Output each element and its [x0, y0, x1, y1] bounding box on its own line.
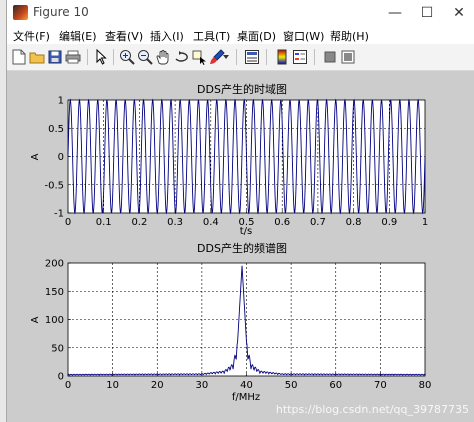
- x-tick-label: 1: [422, 217, 428, 228]
- spectrum-title: DDS产生的频谱图: [197, 241, 287, 255]
- colorbar-icon: [277, 49, 287, 65]
- pan-button[interactable]: [154, 48, 172, 66]
- window-title: Figure 10: [33, 5, 89, 19]
- x-tick-label: 80: [419, 380, 432, 391]
- close-icon: ✕: [453, 5, 465, 21]
- colorbar-button[interactable]: [273, 48, 291, 66]
- x-tick-label: 0.1: [96, 217, 112, 228]
- y-tick-label: 150: [45, 287, 64, 298]
- rotate-3d-icon: [175, 51, 188, 62]
- print-button[interactable]: [64, 48, 82, 66]
- menu-desktop[interactable]: 桌面(D): [237, 28, 276, 44]
- x-tick-label: 0.6: [274, 217, 290, 228]
- legend-button[interactable]: [291, 48, 309, 66]
- edit-plot-arrow-icon: [96, 49, 107, 65]
- link-plot-icon: [245, 50, 259, 64]
- x-tick-label: 40: [240, 380, 253, 391]
- x-tick-label: 0.3: [167, 217, 183, 228]
- toolbar-separator: [314, 49, 315, 65]
- x-tick-label: 0.7: [310, 217, 326, 228]
- title-bar[interactable]: Figure 10 — ☐ ✕: [7, 0, 474, 26]
- close-button[interactable]: ✕: [443, 0, 474, 26]
- x-tick-label: 20: [151, 380, 164, 391]
- toolbar-separator: [87, 49, 88, 65]
- x-tick-label: 0.8: [346, 217, 362, 228]
- toolbar-separator: [236, 49, 237, 65]
- zoom-out-button[interactable]: [136, 48, 154, 66]
- maximize-icon: ☐: [420, 5, 434, 21]
- spectrum-ylabel: A: [30, 316, 41, 323]
- x-tick-label: 60: [329, 380, 342, 391]
- y-tick-label: -0.5: [44, 180, 64, 191]
- figure-toolbar: [7, 44, 474, 71]
- y-tick-label: 100: [45, 315, 64, 326]
- minimize-button[interactable]: —: [379, 0, 411, 26]
- menu-bar: 文件(F) 编辑(E) 查看(V) 插入(I) 工具(T) 桌面(D) 窗口(W…: [7, 26, 474, 44]
- matlab-icon: [13, 5, 28, 20]
- figure-canvas[interactable]: DDS产生的时域图 0 0.1 0.2 0.3 0.4 0.5 0.6 0.7 0.8 0.9 1 …: [7, 71, 474, 422]
- time-domain-title: DDS产生的时域图: [197, 82, 287, 96]
- data-cursor-button[interactable]: [190, 48, 208, 66]
- x-tick-label: 70: [374, 380, 387, 391]
- data-cursor-icon: [192, 50, 206, 65]
- open-file-icon: [29, 52, 45, 64]
- plots-svg: DDS产生的时域图 0 0.1 0.2 0.3 0.4 0.5 0.6 0.7 0.8 0.9 1 …: [30, 82, 432, 403]
- brush-dropdown[interactable]: [222, 48, 230, 66]
- edit-plot-button[interactable]: [92, 48, 110, 66]
- menu-insert[interactable]: 插入(I): [150, 28, 184, 44]
- pan-hand-icon: [156, 50, 169, 65]
- time-domain-xlabel: t/s: [240, 226, 253, 237]
- y-tick-label: 0: [58, 152, 64, 163]
- x-tick-label: 10: [106, 380, 119, 391]
- y-tick-label: -1: [54, 209, 64, 220]
- new-figure-button[interactable]: [10, 48, 28, 66]
- x-tick-label: 0.2: [131, 217, 147, 228]
- toolbar-separator: [113, 49, 114, 65]
- zoom-in-icon: [120, 50, 135, 65]
- time-domain-yticks: 1 0.5 0 -0.5 -1: [44, 96, 71, 220]
- y-tick-label: 200: [45, 259, 64, 270]
- show-plot-tools-button[interactable]: [339, 48, 357, 66]
- y-tick-label: 0.5: [48, 124, 64, 135]
- hide-plot-tools-button[interactable]: [321, 48, 339, 66]
- menu-tools[interactable]: 工具(T): [193, 28, 230, 44]
- watermark-text: https://blog.csdn.net/qq_39787735: [275, 403, 469, 416]
- x-tick-label: 0: [65, 380, 71, 391]
- menu-edit[interactable]: 编辑(E): [59, 28, 97, 44]
- minimize-icon: —: [388, 5, 402, 21]
- zoom-in-button[interactable]: [118, 48, 136, 66]
- toolbar-separator: [266, 49, 267, 65]
- x-tick-label: 0: [65, 217, 71, 228]
- open-file-button[interactable]: [28, 48, 46, 66]
- show-plot-tools-icon: [341, 50, 355, 64]
- time-domain-ylabel: A: [30, 153, 41, 160]
- hide-plot-tools-icon: [324, 51, 336, 63]
- figure-window: Figure 10 — ☐ ✕ 文件(F) 编辑(E) 查看(V) 插入(I) …: [6, 0, 474, 422]
- print-icon: [65, 50, 81, 64]
- y-tick-label: 50: [51, 343, 64, 354]
- legend-icon: [293, 50, 307, 64]
- chevron-down-icon: [223, 55, 229, 59]
- spectrum-yticks: 200 150 100 50 0: [45, 259, 71, 383]
- zoom-out-icon: [138, 50, 153, 65]
- x-tick-label: 0.4: [203, 217, 219, 228]
- save-button[interactable]: [46, 48, 64, 66]
- new-figure-icon: [12, 49, 26, 65]
- spectrum-xlabel: f/MHz: [232, 392, 260, 403]
- menu-file[interactable]: 文件(F): [13, 28, 50, 44]
- menu-view[interactable]: 查看(V): [105, 28, 143, 44]
- x-tick-label: 50: [285, 380, 298, 391]
- x-tick-label: 0.9: [381, 217, 397, 228]
- save-icon: [48, 50, 62, 64]
- x-tick-label: 30: [196, 380, 209, 391]
- link-plot-button[interactable]: [243, 48, 261, 66]
- rotate-3d-button[interactable]: [172, 48, 190, 66]
- y-tick-label: 0: [58, 372, 64, 383]
- maximize-button[interactable]: ☐: [411, 0, 443, 26]
- menu-help[interactable]: 帮助(H): [330, 28, 369, 44]
- y-tick-label: 1: [58, 96, 64, 107]
- menu-window[interactable]: 窗口(W): [283, 28, 324, 44]
